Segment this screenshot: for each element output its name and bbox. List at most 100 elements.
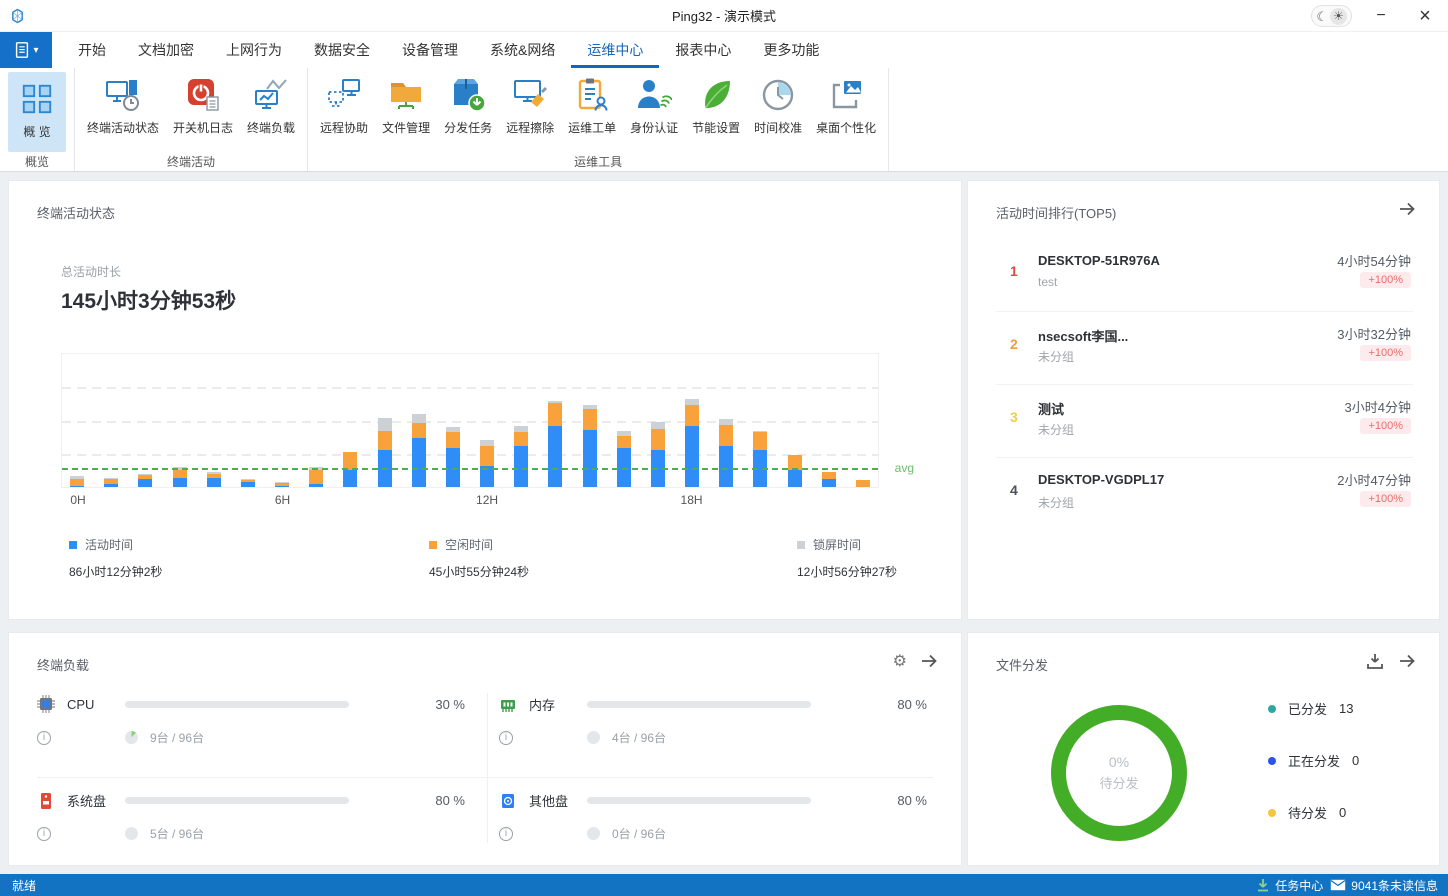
info-icon[interactable] [37, 827, 51, 841]
arrow-right-icon[interactable] [1397, 199, 1417, 219]
duration-value: 3小时32分钟 [1337, 324, 1411, 343]
power-log-button[interactable]: 开关机日志 [167, 72, 239, 138]
list-item[interactable]: 2 nsecsoft李国... 未分组 3小时32分钟 +100% [996, 312, 1413, 385]
arrow-right-icon[interactable] [919, 651, 939, 671]
bar-segment [719, 425, 733, 446]
tab-device-mgmt[interactable]: 设备管理 [386, 32, 474, 68]
bar-segment [104, 484, 118, 487]
bar-segment [309, 484, 323, 487]
meter-count: 9台 / 96台 [150, 729, 204, 746]
info-icon[interactable] [499, 731, 513, 745]
terminal-name: nsecsoft李国... [1038, 326, 1128, 345]
terminal-activity-panel: 终端活动状态 总活动时长 145小时3分钟53秒 avg 0H6H12H18H … [8, 180, 962, 620]
legend-label: 已分发 [1288, 699, 1327, 718]
bar-segment [548, 426, 562, 487]
main-menu-button[interactable]: ▾ [0, 32, 52, 68]
remote-wipe-button[interactable]: 远程擦除 [500, 72, 560, 138]
bar-segment [412, 414, 426, 423]
tab-web-behavior[interactable]: 上网行为 [210, 32, 298, 68]
progress-bar [587, 701, 811, 708]
bar-segment [480, 446, 494, 466]
info-icon[interactable] [499, 827, 513, 841]
legend-value: 0 [1339, 805, 1346, 820]
unread-messages-button[interactable]: 9041条未读信息 [1330, 877, 1438, 894]
theme-toggle[interactable]: ☾ ☀ [1311, 5, 1352, 27]
energy-saving-button[interactable]: 节能设置 [686, 72, 746, 138]
donut-percent: 0% [1109, 754, 1129, 770]
title-bar: Ping32 - 演示模式 ☾ ☀ − × [0, 0, 1448, 32]
rank-number: 1 [1010, 263, 1018, 279]
legend-swatch-idle [429, 541, 437, 549]
rank-number: 4 [1010, 482, 1018, 498]
tab-more-features[interactable]: 更多功能 [747, 32, 835, 68]
download-tray-icon[interactable] [1365, 651, 1385, 671]
button-label: 时间校准 [754, 119, 802, 136]
window-title: Ping32 - 演示模式 [0, 6, 1448, 25]
cpu-icon [37, 695, 67, 713]
ribbon-group-overview: 概 览 概览 [0, 68, 75, 171]
button-label: 远程协助 [320, 119, 368, 136]
tab-start[interactable]: 开始 [62, 32, 122, 68]
ribbon-group-ops-tools: 远程协助 文件管理 分发任务 远程擦除 运维工单 [308, 68, 889, 171]
task-center-button[interactable]: 任务中心 [1256, 877, 1323, 894]
remote-assist-button[interactable]: 远程协助 [314, 72, 374, 138]
pie-dot-icon [587, 827, 600, 840]
button-label: 文件管理 [382, 119, 430, 136]
time-calibrate-button[interactable]: 时间校准 [748, 72, 808, 138]
terminal-activity-status-button[interactable]: 终端活动状态 [81, 72, 165, 138]
unread-messages-label: 9041条未读信息 [1351, 877, 1438, 894]
legend-item-locked: 锁屏时间 12小时56分钟27秒 [797, 536, 897, 580]
x-axis-tick: 12H [476, 493, 498, 507]
file-manage-button[interactable]: 文件管理 [376, 72, 436, 138]
download-arrow-icon [1256, 878, 1270, 892]
gear-icon[interactable]: ⚙ [893, 651, 907, 671]
tab-data-security[interactable]: 数据安全 [298, 32, 386, 68]
list-item[interactable]: 3 测试 未分组 3小时4分钟 +100% [996, 385, 1413, 458]
duration-value: 3小时4分钟 [1345, 397, 1411, 416]
close-button[interactable]: × [1410, 3, 1440, 29]
legend-value: 12小时56分钟27秒 [797, 563, 897, 580]
distribute-task-button[interactable]: 分发任务 [438, 72, 498, 138]
tab-doc-encryption[interactable]: 文档加密 [122, 32, 210, 68]
bar-segment [651, 422, 665, 429]
clipboard-person-icon [573, 76, 611, 114]
work-order-button[interactable]: 运维工单 [562, 72, 622, 138]
tab-system-network[interactable]: 系统&网络 [474, 32, 571, 68]
bar-segment [173, 478, 187, 487]
minimize-button[interactable]: − [1366, 3, 1396, 29]
avg-line [62, 468, 878, 470]
change-badge: +100% [1360, 272, 1411, 288]
legend-value: 13 [1339, 701, 1353, 716]
identity-auth-button[interactable]: 身份认证 [624, 72, 684, 138]
panel-title: 文件分发 [996, 655, 1048, 674]
bar-segment [753, 432, 767, 449]
button-label: 终端活动状态 [87, 119, 159, 136]
terminal-load-button[interactable]: 终端负载 [241, 72, 301, 138]
list-item[interactable]: 4 DESKTOP-VGDPL17 未分组 2小时47分钟 +100% [996, 458, 1413, 531]
terminal-group: 未分组 [1038, 421, 1074, 438]
terminal-name: DESKTOP-51R976A [1038, 253, 1160, 268]
info-icon[interactable] [37, 731, 51, 745]
bar-segment [446, 432, 460, 448]
desktop-personalize-button[interactable]: 桌面个性化 [810, 72, 882, 138]
button-label: 节能设置 [692, 119, 740, 136]
arrow-right-icon[interactable] [1397, 651, 1417, 671]
bar-segment [788, 470, 802, 487]
tab-report-center[interactable]: 报表中心 [659, 32, 747, 68]
activity-bar-chart: avg [61, 353, 879, 488]
document-icon [13, 41, 31, 59]
tab-ops-center[interactable]: 运维中心 [571, 32, 659, 68]
list-item[interactable]: 1 DESKTOP-51R976A test 4小时54分钟 +100% [996, 239, 1413, 312]
rank-number: 2 [1010, 336, 1018, 352]
terminal-group: 未分组 [1038, 494, 1074, 511]
monitor-chart-icon [252, 76, 290, 114]
sun-icon: ☀ [1330, 8, 1347, 25]
bar-segment [514, 446, 528, 487]
ribbon-group-terminal-activity: 终端活动状态 开关机日志 终端负载 终端活动 [75, 68, 308, 171]
legend-item-pending: 待分发 0 [1268, 803, 1359, 822]
picture-frame-icon [827, 76, 865, 114]
bar-segment [685, 405, 699, 426]
leaf-icon [697, 76, 735, 114]
overview-button[interactable]: 概 览 [8, 72, 66, 152]
bar-segment [548, 403, 562, 426]
